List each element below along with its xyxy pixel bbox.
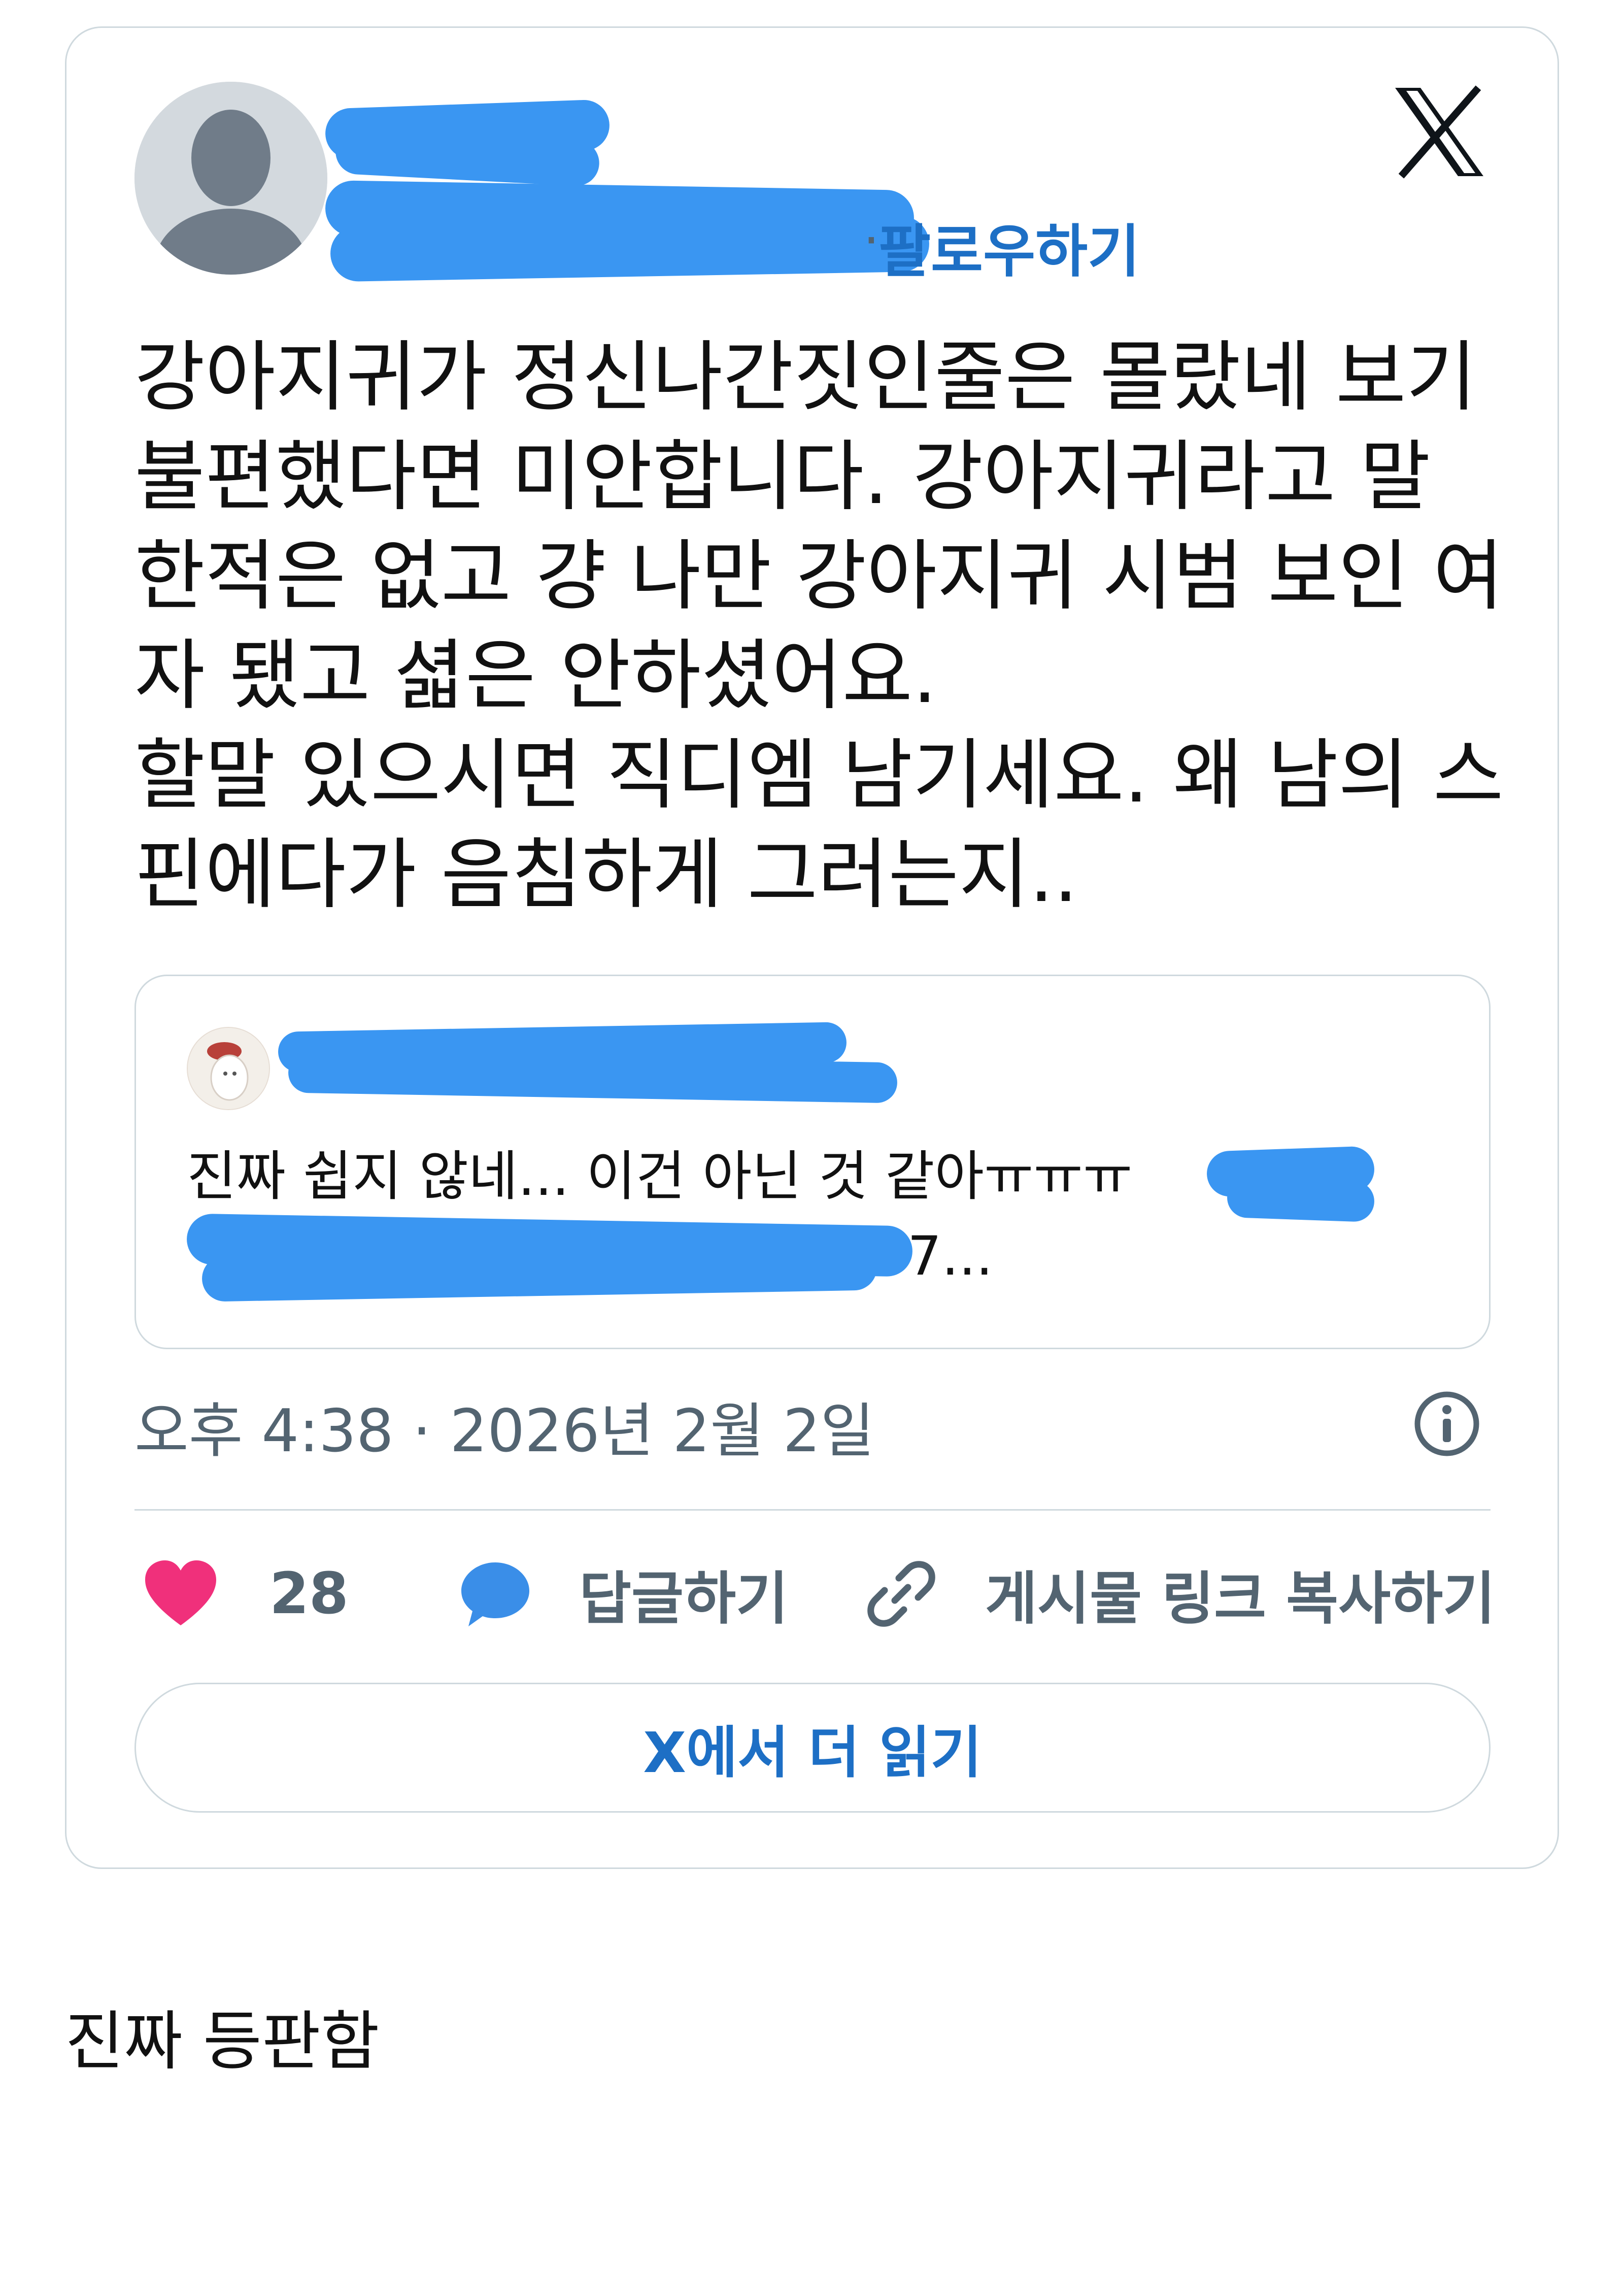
quoted-tweet-ellipsis: 7... [907, 1225, 993, 1287]
redacted-quoted-text [1226, 1176, 1375, 1223]
quoted-author-avatar [187, 1027, 270, 1110]
follow-separator: · [863, 211, 879, 270]
copy-link-button[interactable]: 게시물 링크 복사하기 [863, 1556, 1495, 1632]
tweet-timestamp[interactable]: 오후 4:38 · 2026년 2월 2일 [134, 1383, 874, 1468]
copy-link-label: 게시물 링크 복사하기 [985, 1566, 1496, 1632]
author-avatar[interactable] [134, 82, 327, 275]
reply-button[interactable]: 답글하기 [457, 1556, 788, 1632]
divider [134, 1509, 1491, 1511]
speech-bubble-icon [461, 1562, 529, 1626]
heart-icon [145, 1560, 216, 1625]
caption-text: 진짜 등판함 [65, 2004, 380, 2079]
quoted-tweet-text: 진짜 쉽지 않네... 이건 아닌 것 같아ㅠㅠㅠ [187, 1145, 1133, 1208]
quoted-tweet[interactable]: 진짜 쉽지 않네... 이건 아닌 것 같아ㅠㅠㅠ 7... [134, 975, 1491, 1349]
x-logo-icon[interactable] [1391, 84, 1487, 180]
read-more-label: X에서 더 읽기 [643, 1720, 982, 1785]
redacted-author-handle [330, 215, 930, 282]
tweet-body-text: 강아지귀가 정신나간짓인줄은 몰랐네 보기 불편했다면 미안합니다. 강아지귀라… [134, 332, 1504, 919]
reply-label: 답글하기 [579, 1566, 789, 1632]
link-icon [867, 1561, 935, 1627]
read-more-button[interactable]: X에서 더 읽기 [134, 1683, 1491, 1813]
default-avatar-icon [134, 82, 327, 275]
follow-button[interactable]: 팔로우하기 [878, 206, 1140, 288]
like-button[interactable]: 28 [143, 1556, 349, 1632]
info-icon[interactable] [1411, 1388, 1482, 1459]
like-count: 28 [269, 1561, 349, 1627]
tweet-embed-card: · 팔로우하기 강아지귀가 정신나간짓인줄은 몰랐네 보기 불편했다면 미안합니… [65, 26, 1559, 1869]
